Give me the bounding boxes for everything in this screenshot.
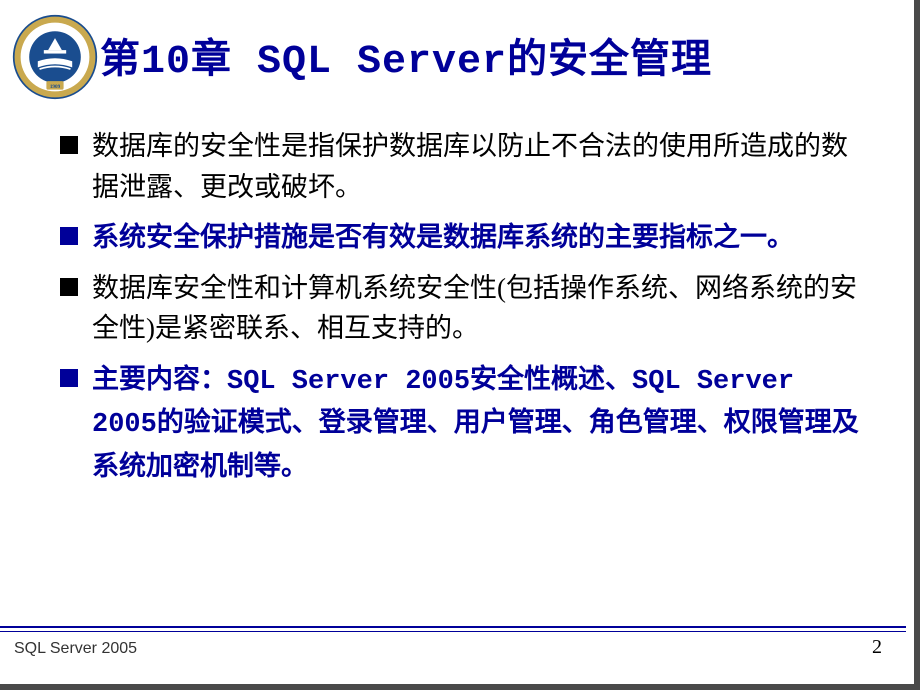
slide-title: 第10章 SQL Server的安全管理 bbox=[100, 26, 712, 85]
bullet4-prefix: 主要内容： bbox=[92, 364, 227, 394]
bullet-item-3: 数据库安全性和计算机系统安全性(包括操作系统、网络系统的安全性)是紧密联系、相互… bbox=[60, 268, 864, 349]
bullet-text: 数据库的安全性是指保护数据库以防止不合法的使用所造成的数据泄露、更改或破坏。 bbox=[92, 126, 864, 207]
slide-header: 1909 第10章 SQL Server的安全管理 bbox=[0, 0, 914, 108]
footer-text: SQL Server 2005 bbox=[14, 640, 137, 658]
bullet-item-1: 数据库的安全性是指保护数据库以防止不合法的使用所造成的数据泄露、更改或破坏。 bbox=[60, 126, 864, 207]
slide-content: 数据库的安全性是指保护数据库以防止不合法的使用所造成的数据泄露、更改或破坏。 系… bbox=[0, 108, 914, 486]
slide: 1909 第10章 SQL Server的安全管理 数据库的安全性是指保护数据库… bbox=[0, 0, 920, 690]
bullet-icon bbox=[60, 278, 78, 296]
bullet-text: 数据库安全性和计算机系统安全性(包括操作系统、网络系统的安全性)是紧密联系、相互… bbox=[92, 268, 864, 349]
bullet-text: 主要内容：SQL Server 2005安全性概述、SQL Server 200… bbox=[92, 359, 864, 487]
bullet-text: 系统安全保护措施是否有效是数据库系统的主要指标之一。 bbox=[92, 217, 794, 258]
page-number: 2 bbox=[872, 636, 882, 659]
bullet4-suffix: 的验证模式、登录管理、用户管理、角色管理、权限管理及系统加密机制等。 bbox=[92, 407, 859, 481]
svg-text:1909: 1909 bbox=[50, 84, 61, 90]
bullet-item-4: 主要内容：SQL Server 2005安全性概述、SQL Server 200… bbox=[60, 359, 864, 487]
bullet4-mono1: SQL Server 2005 bbox=[227, 367, 470, 397]
title-part2: 的安全管理 bbox=[507, 40, 712, 85]
bullet-icon bbox=[60, 136, 78, 154]
bullet-item-2: 系统安全保护措施是否有效是数据库系统的主要指标之一。 bbox=[60, 217, 864, 258]
university-logo-icon: 1909 bbox=[12, 14, 98, 100]
title-part1: 第10章 bbox=[100, 40, 232, 85]
slide-footer: SQL Server 2005 2 bbox=[0, 626, 906, 666]
title-mono: SQL Server bbox=[232, 40, 507, 85]
bullet-icon bbox=[60, 369, 78, 387]
footer-divider bbox=[0, 631, 906, 632]
bullet-icon bbox=[60, 227, 78, 245]
bullet4-mid1: 安全性概述、 bbox=[470, 364, 632, 394]
